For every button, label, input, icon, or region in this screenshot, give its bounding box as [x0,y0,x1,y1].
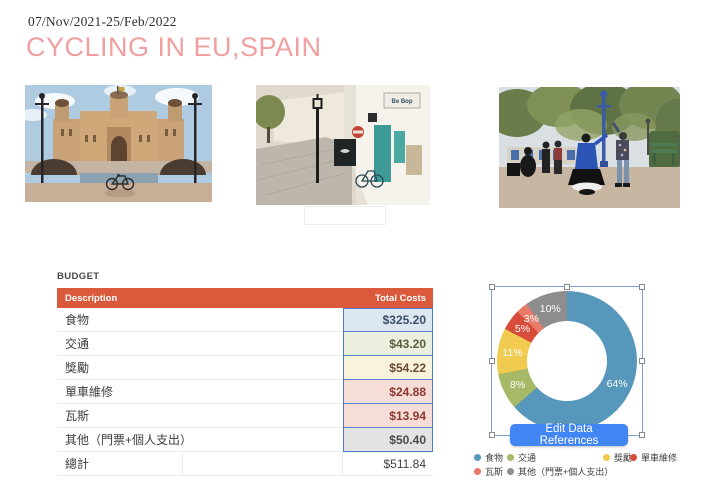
legend-item[interactable]: 單車維修 [630,451,677,464]
table-row: 食物$325.20 [57,308,433,332]
date-range: 07/Nov/2021-25/Feb/2022 [28,14,177,30]
total-empty-cell[interactable] [183,452,344,475]
legend-item[interactable]: 食物 [474,451,503,464]
value-cell[interactable]: $54.22 [343,356,433,380]
legend-dot [474,454,481,461]
slice-percent-label: 10% [540,303,561,315]
donut-chart[interactable]: 64%8%11%5%3%10% [497,291,637,431]
photo-caption-box[interactable] [304,206,386,225]
budget-table: Description Total Costs 食物$325.20交通$43.2… [57,288,433,476]
photo-plaza-espana[interactable] [25,85,212,202]
table-row: 瓦斯$13.94 [57,404,433,428]
value-cell[interactable]: $325.20 [343,308,433,332]
donut-hole [527,321,607,401]
legend-label: 其他（門票+個人支出） [518,465,613,478]
slice-percent-label: 11% [502,347,522,359]
legend-item[interactable]: 獎勵 [603,451,632,464]
description-cell[interactable]: 獎勵 [57,356,343,380]
table-row: 交通$43.20 [57,332,433,356]
slice-percent-label: 64% [607,378,628,390]
table-header-row: Description Total Costs [57,288,433,308]
description-cell[interactable]: 其他（門票+個人支出） [57,428,343,452]
legend-item[interactable]: 交通 [507,451,536,464]
budget-section-label: BUDGET [57,271,100,282]
legend-label: 食物 [485,451,503,464]
shop-sign-text: Be Bop [392,99,413,105]
legend-label: 交通 [518,451,536,464]
selection-handle[interactable] [489,432,495,438]
legend-item[interactable]: 其他（門票+個人支出） [507,465,613,478]
total-label-cell[interactable]: 總計 [57,452,183,475]
edit-data-references-button[interactable]: Edit Data References [510,424,628,446]
description-cell[interactable]: 單車維修 [57,380,343,404]
value-cell[interactable]: $13.94 [343,404,433,428]
plaza-espana-illustration [25,85,212,202]
budget-rows: 食物$325.20交通$43.20獎勵$54.22單車維修$24.88瓦斯$13… [57,308,433,452]
legend-item[interactable]: 瓦斯 [474,465,503,478]
selection-handle[interactable] [564,284,570,290]
selection-handle[interactable] [639,284,645,290]
photo-white-street[interactable]: Be Bop [256,85,430,205]
selection-handle[interactable] [489,358,495,364]
park-dancers-illustration [499,87,680,208]
slice-percent-label: 8% [510,379,525,391]
description-cell[interactable]: 交通 [57,332,343,356]
slice-percent-label: 3% [524,313,539,325]
legend-label: 瓦斯 [485,465,503,478]
table-row: 獎勵$54.22 [57,356,433,380]
selection-handle[interactable] [639,358,645,364]
value-cell[interactable]: $50.40 [343,428,433,452]
legend-label: 單車維修 [641,451,677,464]
column-header-total-costs[interactable]: Total Costs [343,293,433,304]
table-row: 其他（門票+個人支出）$50.40 [57,428,433,452]
selection-handle[interactable] [489,284,495,290]
selection-handle[interactable] [639,432,645,438]
total-value-cell[interactable]: $511.84 [343,452,433,475]
description-cell[interactable]: 瓦斯 [57,404,343,428]
legend-dot [507,454,514,461]
table-row: 單車維修$24.88 [57,380,433,404]
value-cell[interactable]: $43.20 [343,332,433,356]
value-cell[interactable]: $24.88 [343,380,433,404]
photo-park-dancers[interactable] [499,87,680,208]
white-street-illustration: Be Bop [256,85,430,205]
description-cell[interactable]: 食物 [57,308,343,332]
column-header-description[interactable]: Description [57,293,343,304]
legend-dot [474,468,481,475]
legend-dot [603,454,610,461]
table-total-row: 總計 $511.84 [57,452,433,476]
page-title: CYCLING IN EU,SPAIN [26,32,322,63]
legend-dot [630,454,637,461]
legend-dot [507,468,514,475]
